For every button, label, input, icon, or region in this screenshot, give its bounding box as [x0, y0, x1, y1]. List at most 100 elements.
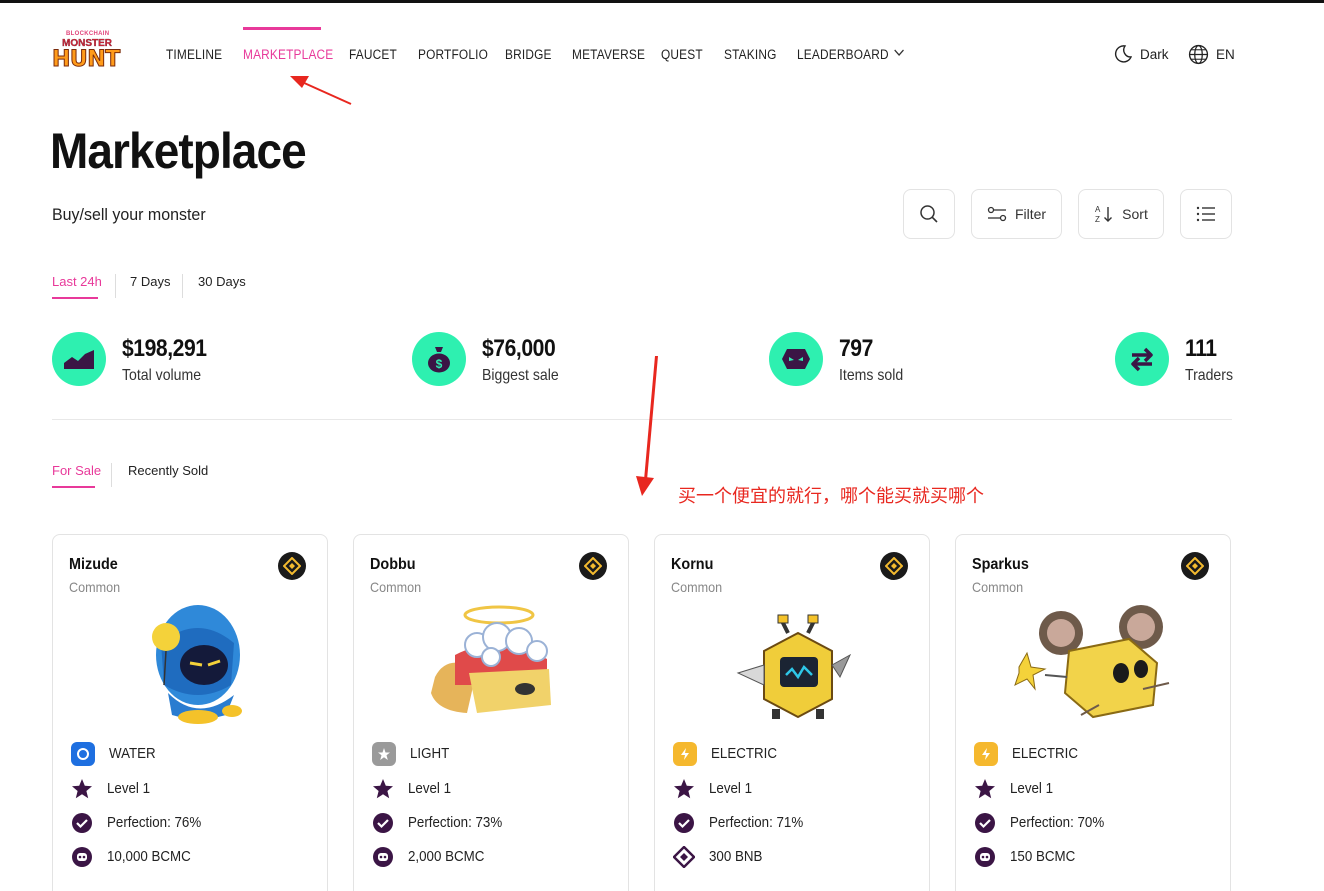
- stat-label: Total volume: [122, 367, 202, 384]
- bcmc-token-icon: [373, 847, 393, 867]
- price-label: 300 BNB: [709, 849, 763, 865]
- monster-card[interactable]: Mizude Common WATER Level 1 Perfection: …: [52, 534, 328, 891]
- card-perfection: Perfection: 73%: [372, 811, 510, 835]
- stat-icon-bg: $: [412, 332, 466, 386]
- card-price: 10,000 BCMC: [71, 845, 198, 869]
- stat-total-volume: $198,291 Total volume: [52, 332, 252, 386]
- search-icon: [920, 205, 938, 223]
- star-icon: [674, 779, 694, 799]
- page-title: Marketplace: [50, 123, 307, 179]
- bnb-chain-icon: [880, 552, 908, 580]
- filter-sliders-icon: [987, 206, 1007, 222]
- sort-label: Sort: [1122, 206, 1148, 222]
- verified-check-icon: [72, 813, 92, 833]
- card-level: Level 1: [673, 777, 756, 801]
- nav-item-staking[interactable]: STAKING: [724, 47, 777, 62]
- stat-value: $198,291: [122, 335, 207, 362]
- swap-arrows-icon: [1131, 347, 1153, 372]
- element-label: ELECTRIC: [711, 746, 777, 762]
- language-label: EN: [1216, 46, 1235, 62]
- nav-item-faucet[interactable]: FAUCET: [349, 47, 397, 62]
- moon-icon: [1114, 45, 1133, 63]
- nav-active-indicator: [243, 27, 321, 30]
- stat-value: $76,000: [482, 335, 556, 362]
- tab-last-24h[interactable]: Last 24h: [52, 274, 102, 289]
- logo-line-3: HUNT: [52, 47, 121, 73]
- stat-label: Biggest sale: [482, 367, 559, 384]
- nav-item-quest[interactable]: QUEST: [661, 47, 703, 62]
- globe-icon: [1188, 44, 1209, 64]
- monster-art-dobbu: [431, 605, 551, 713]
- bnb-chain-icon: [278, 552, 306, 580]
- bnb-chain-icon: [1181, 552, 1209, 580]
- listing-tabs: For Sale Recently Sold: [52, 463, 252, 488]
- tab-for-sale[interactable]: For Sale: [52, 463, 101, 478]
- stat-icon-bg: [52, 332, 106, 386]
- monster-card[interactable]: Dobbu Common LIGHT Level 1 Perfection: 7…: [353, 534, 629, 891]
- card-perfection: Perfection: 76%: [71, 811, 209, 835]
- sale-tab-underline: [52, 486, 95, 488]
- element-label: ELECTRIC: [1012, 746, 1078, 762]
- svg-text:Z: Z: [1095, 215, 1100, 224]
- sort-az-icon: AZ: [1095, 205, 1113, 224]
- card-name: Mizude: [69, 556, 118, 573]
- nav-item-bridge[interactable]: BRIDGE: [505, 47, 552, 62]
- stat-label: Traders: [1185, 367, 1233, 384]
- sort-button[interactable]: AZ Sort: [1078, 189, 1164, 239]
- stat-biggest-sale: $ $76,000 Biggest sale: [412, 332, 612, 386]
- search-button[interactable]: [903, 189, 955, 239]
- nav-item-metaverse[interactable]: METAVERSE: [572, 47, 645, 62]
- stat-value: 797: [839, 335, 873, 362]
- monster-art-mizude: [152, 605, 242, 724]
- level-label: Level 1: [1010, 781, 1054, 797]
- top-border: [0, 0, 1324, 3]
- electric-element-icon: [974, 742, 998, 766]
- tab-7-days[interactable]: 7 Days: [130, 274, 170, 289]
- svg-text:A: A: [1095, 205, 1101, 214]
- bnb-chain-icon: [579, 552, 607, 580]
- perfection-label: Perfection: 73%: [408, 815, 503, 831]
- page-subtitle: Buy/sell your monster: [52, 205, 206, 224]
- card-element: ELECTRIC: [974, 742, 1084, 766]
- nav-item-leaderboard[interactable]: LEADERBOARD: [797, 47, 905, 62]
- language-selector[interactable]: EN: [1188, 44, 1235, 64]
- nav-item-marketplace[interactable]: MARKETPLACE: [243, 47, 333, 62]
- tab-divider: [115, 274, 116, 298]
- logo[interactable]: BLOCKCHAIN MONSTER HUNT: [52, 31, 122, 75]
- perfection-label: Perfection: 70%: [1010, 815, 1105, 831]
- star-icon: [72, 779, 92, 799]
- time-tab-underline: [52, 297, 98, 299]
- element-label: LIGHT: [410, 746, 450, 762]
- filter-button[interactable]: Filter: [971, 189, 1062, 239]
- card-price: 2,000 BCMC: [372, 845, 491, 869]
- chart-area-icon: [64, 350, 94, 369]
- bcmc-token-icon: [72, 847, 92, 867]
- monster-card[interactable]: Kornu Common ELECTRIC Level 1 Perfection…: [654, 534, 930, 891]
- theme-toggle[interactable]: Dark: [1113, 44, 1169, 64]
- stat-value: 111: [1185, 335, 1217, 362]
- tab-divider: [182, 274, 183, 298]
- stat-icon-bg: [769, 332, 823, 386]
- tab-30-days[interactable]: 30 Days: [198, 274, 246, 289]
- price-label: 10,000 BCMC: [107, 849, 191, 865]
- verified-check-icon: [975, 813, 995, 833]
- card-element: ELECTRIC: [673, 742, 783, 766]
- perfection-label: Perfection: 71%: [709, 815, 804, 831]
- star-icon: [975, 779, 995, 799]
- card-level: Level 1: [372, 777, 455, 801]
- card-name: Sparkus: [972, 556, 1029, 573]
- verified-check-icon: [674, 813, 694, 833]
- annotation-note: 买一个便宜的就行，哪个能买就买哪个: [678, 486, 984, 507]
- nav-item-portfolio[interactable]: PORTFOLIO: [418, 47, 488, 62]
- stat-items-sold: 797 Items sold: [769, 332, 969, 386]
- monster-card[interactable]: Sparkus Common ELECTRIC Level 1 Perfecti…: [955, 534, 1231, 891]
- monster-art-sparkus: [1014, 605, 1170, 719]
- card-element: LIGHT: [372, 742, 453, 766]
- water-element-icon: [71, 742, 95, 766]
- theme-label: Dark: [1140, 46, 1169, 62]
- card-name: Dobbu: [370, 556, 416, 573]
- nav-item-timeline[interactable]: TIMELINE: [166, 47, 222, 62]
- list-view-button[interactable]: [1180, 189, 1232, 239]
- card-name: Kornu: [671, 556, 714, 573]
- tab-recently-sold[interactable]: Recently Sold: [128, 463, 208, 478]
